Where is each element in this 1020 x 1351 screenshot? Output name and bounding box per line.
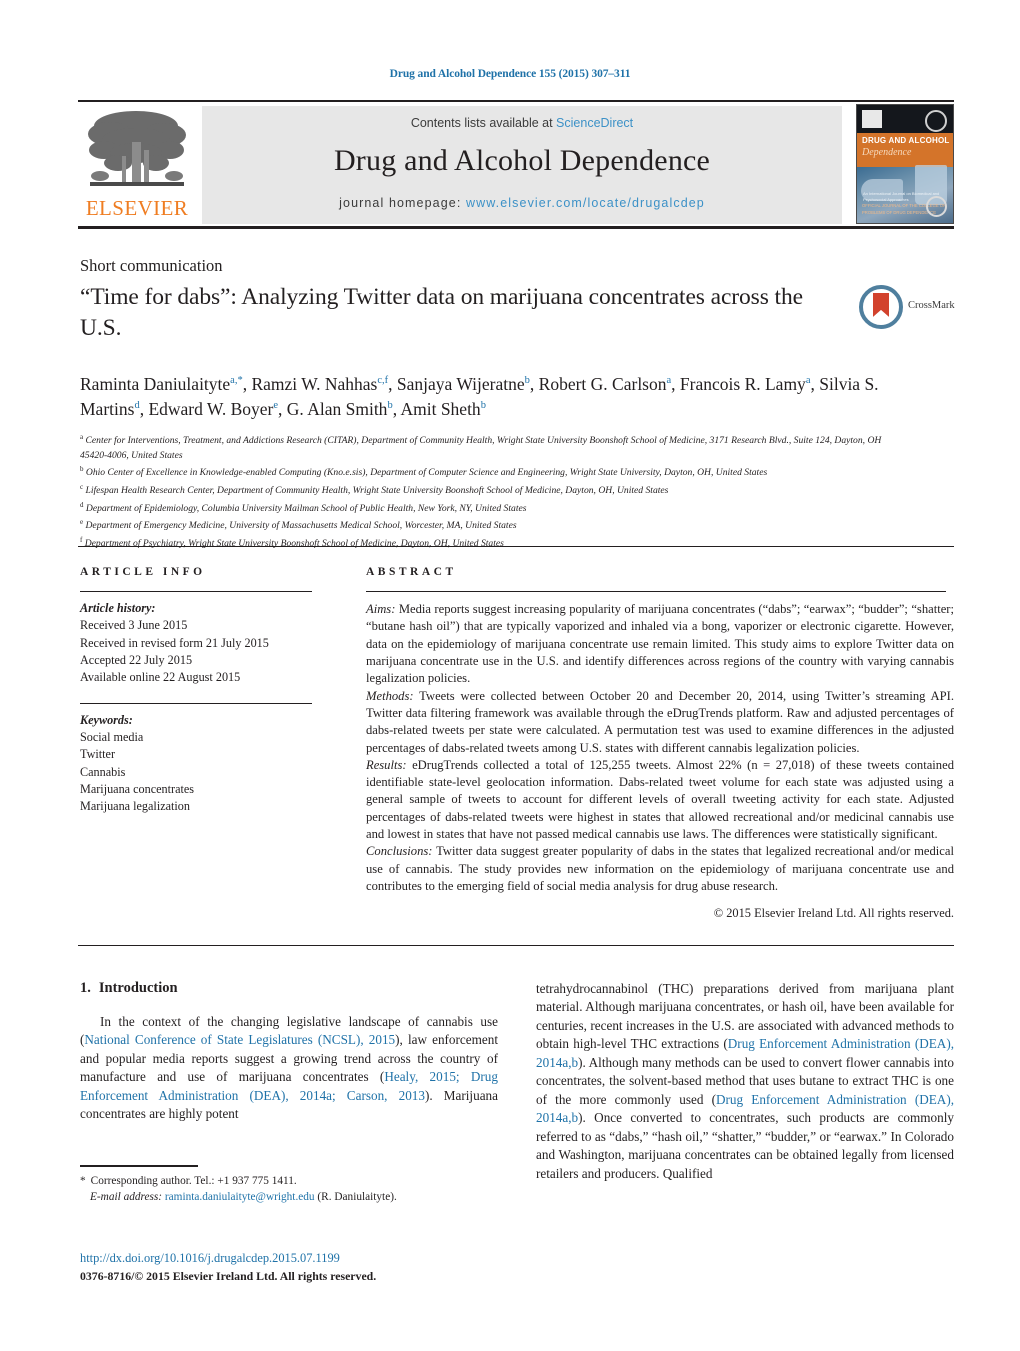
corresponding-author-footnote: * Corresponding author. Tel.: +1 937 775 … xyxy=(80,1173,500,1206)
keyword-item: Marijuana legalization xyxy=(80,799,190,814)
abstract-body: Aims: Media reports suggest increasing p… xyxy=(366,601,954,922)
crossmark-badge-group[interactable]: CrossMark xyxy=(858,284,955,336)
masthead-top-rule xyxy=(78,100,954,102)
crossmark-icon[interactable] xyxy=(858,284,904,330)
citation-link[interactable]: Healy, 2015; Drug Enforcement Administra… xyxy=(80,1069,498,1102)
citation-link[interactable]: National Conference of State Legislature… xyxy=(84,1032,395,1047)
abstract-section-label: Results: xyxy=(366,757,407,772)
affiliation-list: a Center for Interventions, Treatment, a… xyxy=(80,432,890,552)
corresponding-author-text: Corresponding author. Tel.: +1 937 775 1… xyxy=(90,1175,297,1187)
cover-subtitle: Dependence xyxy=(862,147,912,158)
article-history-items: Received 3 June 2015 Received in revised … xyxy=(80,617,335,686)
intro-title: Introduction xyxy=(98,980,178,996)
cover-society-icon xyxy=(925,110,947,132)
intro-paragraph-left: In the context of the changing legislati… xyxy=(80,1014,498,1122)
email-suffix: (R. Daniulaityte). xyxy=(317,1191,397,1204)
intro-right-column: tetrahydrocannabinol (THC) preparations … xyxy=(536,980,954,1183)
cover-elsevier-icon xyxy=(862,110,882,128)
abstract-section-label: Aims: xyxy=(366,602,396,616)
elsevier-tree-icon xyxy=(88,111,186,186)
corresponding-author-line: * Corresponding author. Tel.: +1 937 775 … xyxy=(80,1173,500,1189)
abstract-copyright: © 2015 Elsevier Ireland Ltd. All rights … xyxy=(713,906,954,921)
article-history-item: Accepted 22 July 2015 xyxy=(80,652,193,667)
affiliation-f: f Department of Psychiatry, Wright State… xyxy=(80,535,504,549)
abstract-section: Aims: Media reports suggest increasing p… xyxy=(366,602,954,686)
cover-publisher-icon xyxy=(926,196,947,217)
cover-title: DRUG AND ALCOHOL xyxy=(862,136,950,145)
author-list: Raminta Daniulaitytea,*, Ramzi W. Nahhas… xyxy=(80,374,879,420)
article-history-item: Available online 22 August 2015 xyxy=(80,670,241,685)
elsevier-wordmark: ELSEVIER xyxy=(85,196,189,220)
citation-link[interactable]: Drug Enforcement Administration (DEA), 2… xyxy=(536,1092,954,1125)
info-bottom-rule xyxy=(78,945,954,946)
article-history-block: Article history: Received 3 June 2015 Rec… xyxy=(80,600,335,687)
email-label: E-mail address: xyxy=(90,1191,163,1204)
journal-homepage-line: journal homepage: www.elsevier.com/locat… xyxy=(202,196,842,210)
running-head: Drug and Alcohol Dependence 155 (2015) 3… xyxy=(389,68,631,80)
intro-heading: 1. Introduction xyxy=(80,980,498,997)
article-type-label: Short communication xyxy=(80,256,223,275)
abstract-section-label: Conclusions: xyxy=(366,844,433,859)
article-history-label: Article history: xyxy=(80,601,156,615)
keywords-rule xyxy=(80,702,312,704)
crossmark-label: CrossMark xyxy=(908,300,955,311)
keyword-item: Social media xyxy=(80,729,144,744)
homepage-prefix: journal homepage: xyxy=(339,196,466,210)
abstract-rule xyxy=(366,591,946,592)
journal-title: Drug and Alcohol Dependence xyxy=(333,144,711,177)
citation-link[interactable]: Drug Enforcement Administration (DEA), 2… xyxy=(536,1036,954,1069)
affiliation-b: b Ohio Center of Excellence in Knowledge… xyxy=(80,465,768,479)
article-info-rule xyxy=(80,591,312,592)
doi-link[interactable]: http://dx.doi.org/10.1016/j.drugalcdep.2… xyxy=(80,1250,510,1268)
footer-identifiers: http://dx.doi.org/10.1016/j.drugalcdep.2… xyxy=(80,1250,510,1285)
keywords-block: Keywords: Social media Twitter Cannabis Mar… xyxy=(80,712,335,816)
article-history-item: Received 3 June 2015 xyxy=(80,618,188,633)
keywords-label: Keywords: xyxy=(80,712,133,727)
article-info-heading: ARTICLE INFO xyxy=(80,566,206,578)
journal-cover-thumbnail: DRUG AND ALCOHOL Dependence An Internati… xyxy=(856,104,954,224)
intro-number: 1. xyxy=(80,980,91,996)
intro-left-column: 1. Introduction In the context of the cha… xyxy=(80,980,498,1124)
journal-homepage-link[interactable]: www.elsevier.com/locate/drugalcdep xyxy=(466,196,705,210)
article-info-column: ARTICLE INFO Article history: Received 3… xyxy=(80,566,335,816)
contents-prefix: Contents lists available at xyxy=(410,116,557,130)
footnote-rule xyxy=(80,1165,198,1167)
abstract-section-label: Methods: xyxy=(366,688,414,703)
contents-lists-line: Contents lists available at ScienceDirec… xyxy=(202,116,842,130)
keyword-item: Twitter xyxy=(80,747,116,762)
intro-paragraph-right: tetrahydrocannabinol (THC) preparations … xyxy=(536,981,955,1181)
affiliation-e: e Department of Emergency Medicine, Univ… xyxy=(80,518,517,532)
keyword-items: Social media Twitter Cannabis Marijuana con… xyxy=(80,729,335,816)
email-link[interactable]: raminta.daniulaityte@wright.edu xyxy=(165,1191,315,1203)
article-history-item: Received in revised form 21 July 2015 xyxy=(80,635,269,650)
paper-page: Drug and Alcohol Dependence 155 (2015) 3… xyxy=(0,0,1020,1351)
abstract-section: Methods: Tweets were collected between O… xyxy=(366,688,954,755)
keyword-item: Marijuana concentrates xyxy=(80,781,195,796)
abstract-section: Conclusions: Twitter data suggest greate… xyxy=(366,844,954,893)
issn-copyright-line: 0376-8716/© 2015 Elsevier Ireland Ltd. A… xyxy=(80,1268,377,1283)
affiliation-d: d Department of Epidemiology, Columbia U… xyxy=(80,500,527,514)
footnote-star: * xyxy=(80,1175,86,1187)
abstract-section: Results: eDrugTrends collected a total o… xyxy=(366,757,954,842)
abstract-heading: ABSTRACT xyxy=(366,566,457,578)
keyword-item: Cannabis xyxy=(80,764,126,779)
page-title: “Time for dabs”: Analyzing Twitter data … xyxy=(80,284,803,342)
sciencedirect-link[interactable]: ScienceDirect xyxy=(556,116,633,130)
journal-banner: Contents lists available at ScienceDirec… xyxy=(202,106,842,224)
email-line: E-mail address: raminta.daniulaityte@wri… xyxy=(80,1189,500,1205)
masthead-bottom-rule xyxy=(78,226,954,229)
journal-masthead: ELSEVIER Contents lists available at Sci… xyxy=(78,100,954,229)
elsevier-logo: ELSEVIER xyxy=(78,106,196,224)
info-top-rule xyxy=(78,546,954,547)
abstract-column: ABSTRACT Aims: Media reports suggest inc… xyxy=(366,566,954,922)
affiliation-c: c Lifespan Health Research Center, Depar… xyxy=(80,482,669,497)
affiliation-a: a Center for Interventions, Treatment, a… xyxy=(80,433,882,462)
